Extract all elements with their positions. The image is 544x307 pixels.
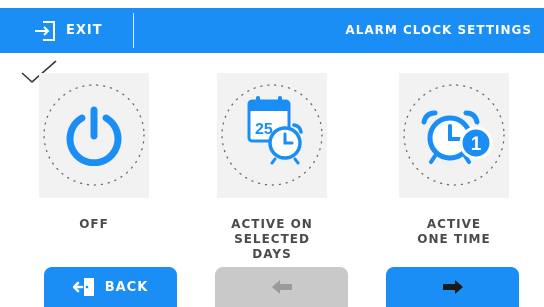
option-one-time-label: ACTIVE ONE TIME xyxy=(417,217,491,246)
calendar-alarm-icon: 25 xyxy=(247,96,303,165)
option-one-time[interactable]: 1 ACTIVE ONE TIME xyxy=(399,73,509,247)
arrow-right-icon xyxy=(442,280,463,294)
back-door-icon xyxy=(72,278,94,296)
page-title: ALARM CLOCK SETTINGS xyxy=(345,23,532,37)
next-button[interactable] xyxy=(386,267,519,307)
option-selected-days[interactable]: 25 ACTIVE ON SELECTED DAYS xyxy=(217,73,327,262)
option-off-label: OFF xyxy=(79,217,109,231)
alarm-once-icon: 1 xyxy=(421,110,493,164)
option-selected-days-card: 25 xyxy=(217,73,327,198)
power-icon xyxy=(66,106,122,166)
header-bar: EXIT ALARM CLOCK SETTINGS xyxy=(0,8,544,53)
badge-number: 1 xyxy=(471,134,482,155)
option-off-card xyxy=(39,73,149,198)
option-selected-days-label: ACTIVE ON SELECTED DAYS xyxy=(231,217,313,261)
arrow-left-icon xyxy=(271,280,292,294)
back-button[interactable]: BACK xyxy=(44,267,177,307)
exit-icon xyxy=(35,20,55,41)
option-off[interactable]: OFF xyxy=(39,73,149,232)
exit-button[interactable]: EXIT xyxy=(0,8,133,53)
back-label: BACK xyxy=(104,279,149,295)
exit-label: EXIT xyxy=(66,23,103,38)
header-divider xyxy=(133,13,134,48)
previous-button[interactable] xyxy=(215,267,348,307)
option-one-time-card: 1 xyxy=(399,73,509,198)
